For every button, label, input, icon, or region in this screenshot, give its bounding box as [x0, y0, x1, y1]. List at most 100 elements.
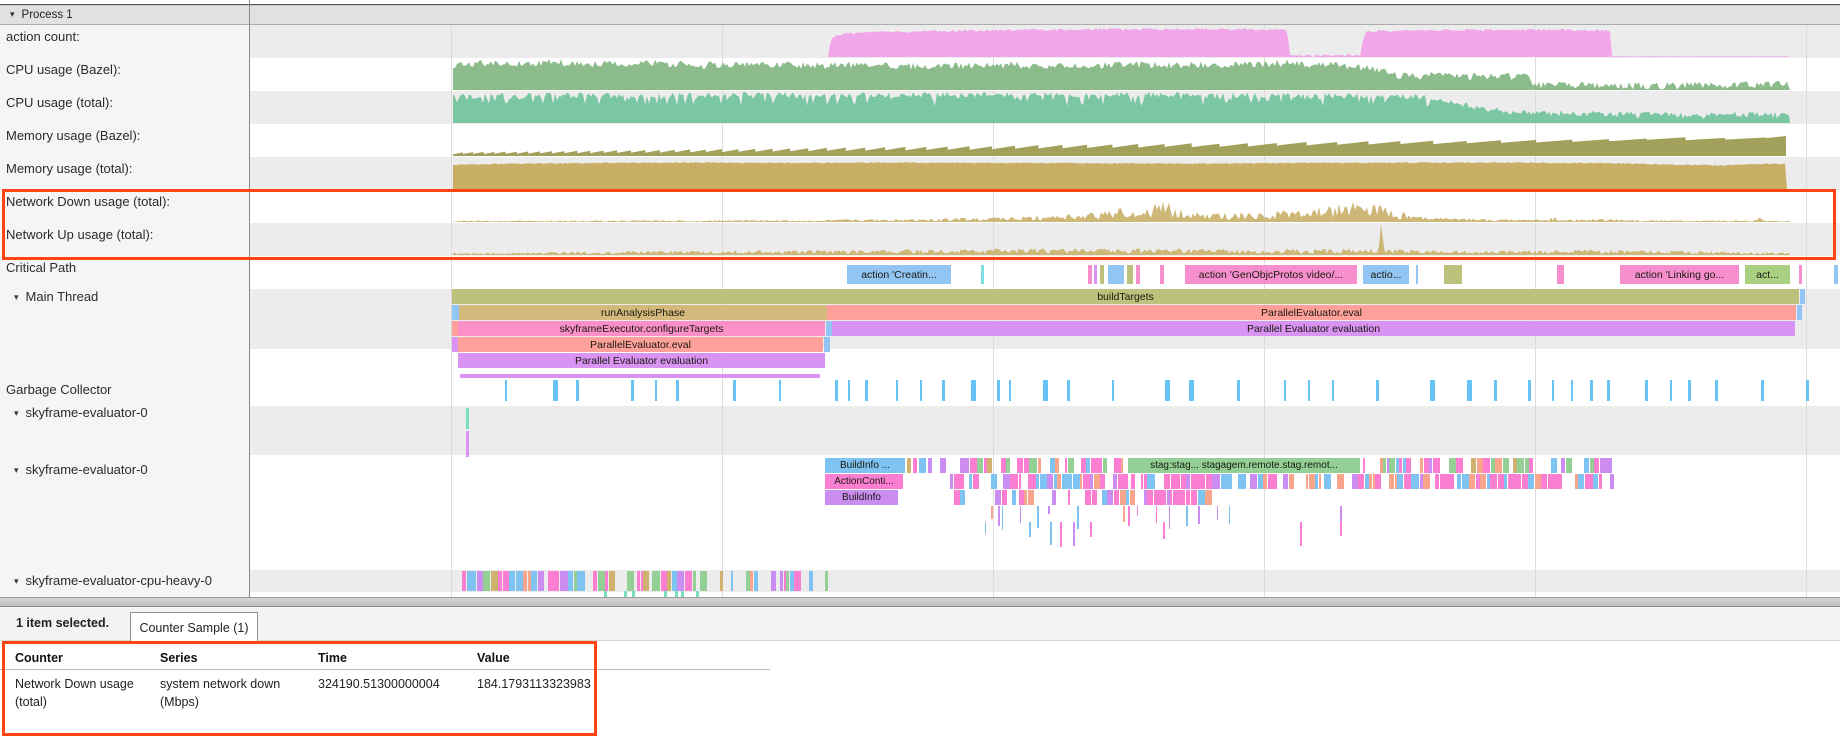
skyframe-span[interactable] — [1352, 474, 1358, 489]
skyframe-span[interactable] — [985, 522, 986, 534]
skyframe-span[interactable] — [1173, 490, 1179, 505]
gc-tick[interactable] — [631, 380, 634, 401]
skyframe-span[interactable] — [667, 571, 671, 591]
skyframe-span[interactable] — [928, 458, 932, 473]
skyframe-span[interactable] — [1156, 506, 1157, 523]
skyframe-span[interactable] — [1590, 458, 1594, 473]
skyframe-span[interactable] — [1477, 458, 1483, 473]
skyframe-span[interactable] — [1503, 458, 1509, 473]
skyframe-span[interactable] — [1337, 474, 1344, 489]
skyframe-span[interactable] — [1121, 458, 1123, 473]
gc-tick[interactable] — [1806, 380, 1809, 401]
critical-path-segment[interactable] — [1094, 265, 1097, 284]
skyframe-span[interactable] — [1324, 474, 1331, 489]
track-garbage-collector[interactable]: Garbage Collector — [0, 383, 246, 397]
skyframe-span[interactable] — [1017, 458, 1023, 473]
skyframe-span[interactable] — [1002, 490, 1007, 505]
gc-tick[interactable] — [1761, 380, 1764, 401]
gc-tick[interactable] — [779, 380, 781, 401]
gc-tick[interactable] — [835, 380, 838, 401]
timeline-ruler[interactable] — [0, 0, 1840, 5]
gc-tick[interactable] — [997, 380, 1000, 401]
skyframe-span[interactable] — [477, 571, 483, 591]
skyframe-span[interactable] — [1404, 474, 1411, 489]
skyframe-span[interactable] — [1495, 458, 1502, 473]
skyframe-span[interactable]: BuildInfo — [825, 490, 898, 505]
skyframe-span[interactable] — [1212, 474, 1220, 489]
skyframe-span[interactable] — [1375, 474, 1381, 489]
skyframe-span[interactable] — [1528, 474, 1534, 489]
counter-chart-network[interactable] — [250, 224, 1840, 255]
skyframe-span[interactable] — [1040, 474, 1047, 489]
skyframe-span[interactable] — [991, 506, 993, 519]
skyframe-span[interactable] — [1062, 474, 1067, 489]
track-skyframe-cpu-heavy[interactable]: ▾skyframe-evaluator-cpu-heavy-0 — [0, 574, 246, 589]
skyframe-span[interactable] — [577, 571, 585, 591]
main-thread-span[interactable] — [1800, 289, 1805, 304]
skyframe-span[interactable] — [1205, 490, 1212, 505]
skyframe-span[interactable] — [1029, 458, 1037, 473]
skyframe-mark[interactable] — [466, 408, 469, 429]
skyframe-span[interactable] — [1358, 474, 1364, 489]
skyframe-span[interactable]: BuildInfo ... — [825, 458, 905, 473]
skyframe-span[interactable] — [1363, 458, 1365, 473]
skyframe-span[interactable] — [1483, 458, 1490, 473]
skyframe-span[interactable] — [1508, 474, 1515, 489]
skyframe-span[interactable] — [1029, 522, 1031, 537]
track-main-thread[interactable]: ▾Main Thread — [0, 290, 246, 305]
skyframe-span[interactable] — [1480, 474, 1486, 489]
skyframe-span[interactable] — [1566, 458, 1572, 473]
collapse-icon[interactable]: ▾ — [14, 406, 19, 420]
skyframe-span[interactable] — [1130, 490, 1135, 505]
skyframe-span[interactable] — [1476, 474, 1480, 489]
skyframe-span[interactable] — [1002, 506, 1003, 530]
skyframe-span[interactable] — [1012, 490, 1016, 505]
gc-tick[interactable] — [971, 380, 976, 401]
skyframe-span[interactable] — [1161, 490, 1166, 505]
skyframe-span[interactable] — [1179, 490, 1185, 505]
skyframe-span[interactable] — [523, 571, 527, 591]
counter-chart-mem_bazel[interactable] — [250, 125, 1840, 156]
critical-path-segment[interactable] — [1444, 265, 1462, 284]
skyframe-span[interactable] — [1186, 506, 1188, 526]
skyframe-span[interactable] — [731, 571, 733, 591]
counter-chart-network[interactable] — [250, 191, 1840, 222]
skyframe-span[interactable] — [1171, 474, 1178, 489]
skyframe-span[interactable] — [560, 571, 568, 591]
skyframe-span[interactable] — [954, 490, 960, 505]
gc-tick[interactable] — [1571, 380, 1573, 401]
skyframe-span[interactable] — [1094, 474, 1100, 489]
skyframe-span[interactable] — [1263, 474, 1267, 489]
skyframe-span[interactable] — [1529, 458, 1533, 473]
collapse-icon[interactable]: ▾ — [14, 574, 19, 588]
skyframe-span[interactable] — [1067, 474, 1072, 489]
skyframe-span[interactable] — [1055, 458, 1059, 473]
skyframe-span[interactable] — [1610, 474, 1614, 489]
gc-tick[interactable] — [1043, 380, 1048, 401]
skyframe-span[interactable] — [1423, 474, 1430, 489]
skyframe-span[interactable] — [1340, 522, 1342, 536]
skyframe-span[interactable] — [1163, 522, 1165, 539]
main-thread-span[interactable]: ParallelEvaluator.eval — [827, 305, 1796, 320]
gc-tick[interactable] — [655, 380, 657, 401]
collapse-icon[interactable]: ▾ — [10, 9, 15, 20]
skyframe-span[interactable] — [509, 571, 515, 591]
critical-path-segment[interactable]: action 'Creatin... — [847, 265, 951, 284]
gc-tick[interactable] — [1284, 380, 1286, 401]
skyframe-span[interactable] — [568, 571, 573, 591]
skyframe-span[interactable] — [1541, 474, 1547, 489]
skyframe-span[interactable] — [1229, 506, 1230, 524]
skyframe-span[interactable] — [677, 571, 684, 591]
skyframe-span[interactable] — [1206, 474, 1212, 489]
skyframe-span[interactable] — [1584, 458, 1589, 473]
skyframe-span[interactable] — [1319, 474, 1321, 489]
skyframe-span[interactable] — [809, 571, 813, 591]
skyframe-span[interactable] — [1068, 458, 1074, 473]
skyframe-span[interactable] — [1600, 458, 1608, 473]
skyframe-span[interactable] — [720, 571, 723, 591]
track-critical-path[interactable]: Critical Path — [0, 261, 246, 275]
skyframe-span[interactable] — [1090, 522, 1092, 537]
skyframe-span[interactable] — [1471, 458, 1476, 473]
skyframe-span[interactable] — [598, 571, 605, 591]
critical-path-segment[interactable] — [1160, 265, 1164, 284]
